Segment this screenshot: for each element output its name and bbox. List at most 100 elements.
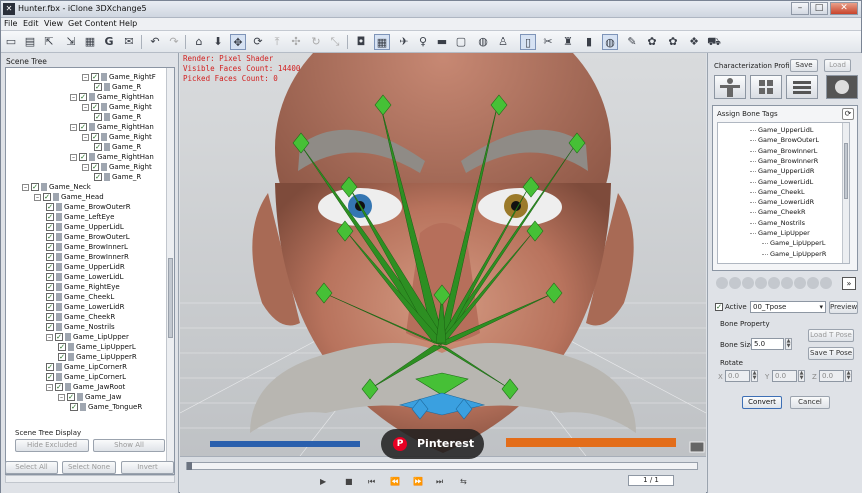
pose-icon[interactable] xyxy=(820,277,832,289)
tree-node[interactable]: ✓ Game_CheekR xyxy=(46,312,115,322)
last-frame-icon[interactable]: ⏭ xyxy=(436,477,443,487)
tree-node-checkbox[interactable]: ✓ xyxy=(46,323,54,331)
undo-icon[interactable]: ↶ xyxy=(147,34,163,50)
viewport-corner-icon[interactable] xyxy=(689,441,705,453)
sphere-icon[interactable]: ◍ xyxy=(475,34,491,50)
move-up-icon[interactable]: ⤒ xyxy=(269,34,285,50)
expand-toggle-icon[interactable]: – xyxy=(34,193,41,201)
tree-node[interactable]: ✓ Game_LipUpperR xyxy=(58,352,137,362)
pose-icon[interactable] xyxy=(794,277,806,289)
tree-node-checkbox[interactable]: ✓ xyxy=(46,213,54,221)
bone-size-field[interactable]: 5.0 xyxy=(751,338,784,350)
tree-node[interactable]: ✓ Game_BrowInnerL xyxy=(46,242,128,252)
grid-icon[interactable]: ▦ xyxy=(374,34,390,50)
bone-tag-item[interactable]: Game_UpperLidL xyxy=(758,125,813,135)
character-icon[interactable]: ▯ xyxy=(520,34,536,50)
tree-node[interactable]: ✓ Game_UpperLidR xyxy=(46,262,125,272)
prev-arrow-icon[interactable]: ‹ xyxy=(19,223,33,263)
tree-node[interactable]: – ✓ Game_Head xyxy=(34,192,104,202)
pose-icon[interactable] xyxy=(716,277,728,289)
expand-toggle-icon[interactable]: – xyxy=(82,103,89,111)
tree-node-checkbox[interactable]: ✓ xyxy=(46,263,54,271)
menu-get-content[interactable]: Get Content xyxy=(68,19,117,28)
tree-node[interactable]: ✓ Game_TongueR xyxy=(70,402,142,412)
tree-node[interactable]: ✓ Game_LipCornerL xyxy=(46,372,126,382)
open-icon[interactable]: ▭ xyxy=(3,34,19,50)
refresh-icon[interactable]: ⟳ xyxy=(842,108,854,120)
invert-button[interactable]: Invert xyxy=(121,461,174,474)
tree-horizontal-scrollbar[interactable] xyxy=(5,475,175,483)
list-preset-icon[interactable] xyxy=(786,75,818,99)
bone-tag-item[interactable]: Game_CheekR xyxy=(758,207,806,217)
camera-icon[interactable]: ✈ xyxy=(396,34,412,50)
tree-node-checkbox[interactable]: ✓ xyxy=(46,223,54,231)
expand-toggle-icon[interactable]: – xyxy=(82,73,89,81)
tree-node-checkbox[interactable]: ✓ xyxy=(79,93,87,101)
play-icon[interactable]: ▶ xyxy=(320,477,326,486)
maximize-button[interactable]: □ xyxy=(810,2,828,15)
load-tpose-button[interactable]: Load T Pose xyxy=(808,329,854,342)
tree-node-checkbox[interactable]: ✓ xyxy=(94,173,102,181)
tree-node-checkbox[interactable]: ✓ xyxy=(58,343,66,351)
cancel-button[interactable]: Cancel xyxy=(790,396,830,409)
expand-toggle-icon[interactable]: – xyxy=(22,183,29,191)
save-tpose-button[interactable]: Save T Pose xyxy=(808,347,854,360)
tree-node-checkbox[interactable]: ✓ xyxy=(43,193,51,201)
tree-node[interactable]: – ✓ Game_LipUpper xyxy=(46,332,129,342)
bone-tag-item[interactable]: Game_LipUpperR xyxy=(770,249,826,259)
tree-node[interactable]: – ✓ Game_Neck xyxy=(22,182,91,192)
tree-node-checkbox[interactable]: ✓ xyxy=(46,303,54,311)
material-icon[interactable]: ❖ xyxy=(686,34,702,50)
globe-icon[interactable]: ◍ xyxy=(602,34,618,50)
tree-node-checkbox[interactable]: ✓ xyxy=(91,73,99,81)
refresh-icon[interactable]: ↻ xyxy=(308,34,324,50)
forward-icon[interactable]: » xyxy=(842,277,856,290)
tree-node[interactable]: ✓ Game_LeftEye xyxy=(46,212,114,222)
close-button[interactable]: ✕ xyxy=(830,2,858,15)
frame-field[interactable]: 1 / 1 xyxy=(628,475,674,486)
tree-node[interactable]: ✓ Game_LowerLidR xyxy=(46,302,124,312)
bone-tag-item[interactable]: Game_BrowOuterL xyxy=(758,135,819,145)
resize-icon[interactable]: ⤡ xyxy=(327,34,343,50)
tree-node[interactable]: – ✓ Game_RightHan xyxy=(70,92,154,102)
export-fbx-icon[interactable]: ▦ xyxy=(82,34,98,50)
figure-preset-icon[interactable] xyxy=(714,75,746,99)
scene-tree[interactable]: – ✓ Game_RightF ✓ Game_R – ✓ Game_RightHan – ✓ Gam… xyxy=(5,67,175,475)
wireframe-icon[interactable]: ▢ xyxy=(453,34,469,50)
menu-edit[interactable]: Edit xyxy=(23,19,39,28)
tree-node-checkbox[interactable]: ✓ xyxy=(67,393,75,401)
next-arrow-icon[interactable]: › xyxy=(821,223,835,263)
tree-node[interactable]: – ✓ Game_JawRoot xyxy=(46,382,125,392)
expand-toggle-icon[interactable]: – xyxy=(70,93,77,101)
redo-icon[interactable]: ↷ xyxy=(166,34,182,50)
tree-node[interactable]: – ✓ Game_RightF xyxy=(82,72,156,82)
pose-icon[interactable] xyxy=(729,277,741,289)
tree-node[interactable]: ✓ Game_R xyxy=(94,82,141,92)
tree-node[interactable]: ✓ Game_R xyxy=(94,172,141,182)
expand-toggle-icon[interactable]: – xyxy=(46,333,53,341)
bone-tag-item[interactable]: Game_UpperLidR xyxy=(758,166,814,176)
tree-node[interactable]: – ✓ Game_Right xyxy=(82,132,152,142)
tree-node[interactable]: ✓ Game_R xyxy=(94,112,141,122)
morph-icon[interactable]: ♜ xyxy=(560,34,576,50)
tree-node[interactable]: ✓ Game_R xyxy=(94,142,141,152)
fill-icon[interactable]: ▮ xyxy=(581,34,597,50)
tree-node-checkbox[interactable]: ✓ xyxy=(46,203,54,211)
rotate-y-spinner[interactable]: ▲ ▼ xyxy=(798,370,805,382)
grid-preset-icon[interactable] xyxy=(750,75,782,99)
bone-tag-item[interactable]: Game_BrowInnerL xyxy=(758,146,817,156)
tree-node[interactable]: ✓ Game_LipUpperL xyxy=(58,342,136,352)
pose-icon[interactable] xyxy=(781,277,793,289)
tree-node[interactable]: ✓ Game_Nostrils xyxy=(46,322,115,332)
preview-button[interactable]: Preview xyxy=(829,301,858,314)
tree-node-checkbox[interactable]: ✓ xyxy=(79,153,87,161)
figure-icon[interactable]: ♙ xyxy=(495,34,511,50)
hide-excluded-button[interactable]: Hide Excluded xyxy=(15,439,89,452)
bone-icon[interactable]: ✂ xyxy=(540,34,556,50)
tree-node[interactable]: ✓ Game_BrowOuterR xyxy=(46,202,131,212)
tree-node-checkbox[interactable]: ✓ xyxy=(46,283,54,291)
bone-size-spinner[interactable]: ▲ ▼ xyxy=(785,338,792,350)
pinterest-button[interactable]: P Pinterest xyxy=(381,429,484,459)
pose-icon[interactable] xyxy=(742,277,754,289)
tree-node-checkbox[interactable]: ✓ xyxy=(91,133,99,141)
